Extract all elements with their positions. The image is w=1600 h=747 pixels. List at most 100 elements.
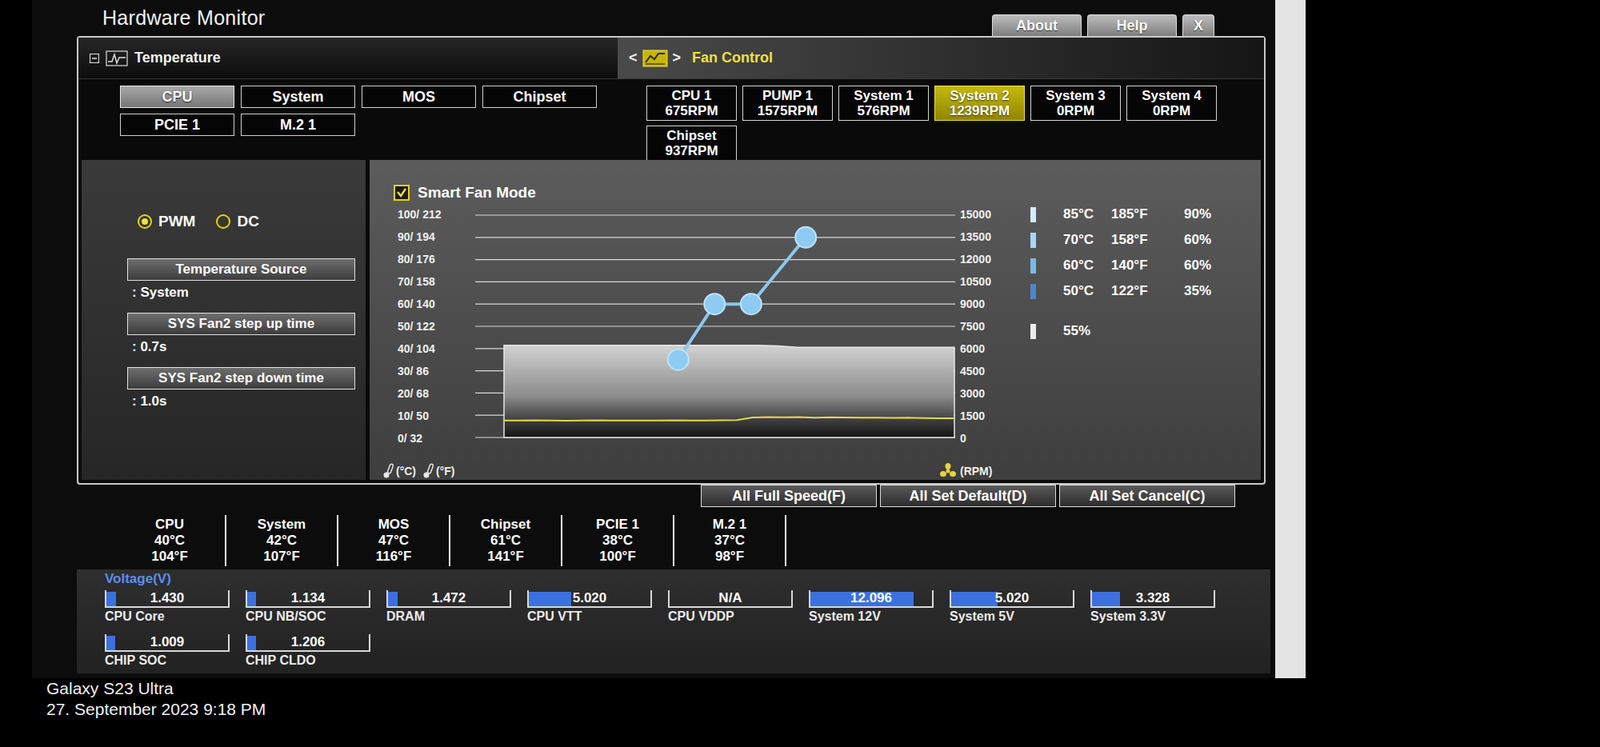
smart-fan-mode[interactable]: Smart Fan Mode: [369, 184, 1261, 202]
fan-rpm: 0RPM: [1056, 103, 1095, 119]
legend-row: 50°C122°F35%: [1030, 281, 1212, 301]
setting-button[interactable]: SYS Fan2 step up time: [127, 312, 356, 336]
temperature-header[interactable]: Temperature: [78, 37, 618, 80]
temperature-source-tab[interactable]: CPU: [120, 85, 235, 108]
temperature-reading: MOS47°C116°F: [338, 515, 451, 567]
voltage-value: 5.020: [572, 590, 608, 607]
voltage-title: Voltage(V): [104, 571, 1271, 588]
fan-rpm: 1239RPM: [949, 103, 1011, 119]
temperature-fahrenheit: 104°F: [151, 548, 188, 565]
temperature-source-tab[interactable]: MOS: [361, 85, 476, 108]
temperature-readings: CPU40°C104°FSystem42°C107°FMOS47°C116°FC…: [32, 515, 1276, 567]
voltage-bar: 5.020: [949, 590, 1075, 608]
voltage-bar: 1.472: [386, 590, 512, 608]
collapse-icon[interactable]: [89, 53, 100, 64]
grid-line: [475, 281, 956, 283]
voltage-label: CPU Core: [104, 608, 246, 624]
fan-tab[interactable]: Chipset937RPM: [646, 125, 737, 161]
temperature-source-tab[interactable]: M.2 1: [240, 113, 356, 136]
axis-tick: 10500: [960, 275, 1008, 288]
voltage-value: 1.009: [150, 634, 185, 651]
legend-marker: [1030, 232, 1036, 248]
voltage-bar: 1.009: [104, 634, 230, 652]
axis-tick: 90/ 194: [397, 230, 454, 244]
legend-duty: 90%: [1184, 206, 1212, 223]
legend-celsius: 70°C: [1063, 232, 1112, 248]
curve-point[interactable]: [668, 349, 689, 371]
fan-tab[interactable]: System 40RPM: [1126, 85, 1217, 121]
setting-button[interactable]: Temperature Source: [127, 258, 356, 281]
voltage-bar: 1.430: [104, 590, 230, 608]
voltage-bar: N/A: [668, 590, 793, 608]
voltage-value: N/A: [718, 590, 742, 607]
curve-point[interactable]: [795, 227, 816, 248]
fan-tab[interactable]: System 30RPM: [1030, 85, 1121, 121]
camera-watermark: Galaxy S23 Ultra27. September 2023 9:18 …: [46, 678, 266, 720]
settings-list: Temperature Source: SystemSYS Fan2 step …: [127, 258, 366, 411]
action-button[interactable]: All Set Default(D): [880, 484, 1056, 508]
watermark-line: 27. September 2023 9:18 PM: [46, 699, 266, 720]
checkbox[interactable]: [393, 184, 410, 201]
temperature-source-tab[interactable]: PCIE 1: [120, 113, 235, 136]
fan-rpm: 0RPM: [1152, 103, 1191, 119]
temperature-name: PCIE 1: [596, 516, 640, 533]
voltage-fill: [106, 636, 116, 651]
curve-point[interactable]: [704, 293, 725, 315]
axis-tick: 20/ 68: [397, 387, 454, 400]
grid-line: [475, 214, 956, 216]
smart-fan-label: Smart Fan Mode: [417, 184, 536, 202]
voltage-value: 1.134: [291, 590, 326, 607]
temperature-fahrenheit: 100°F: [599, 548, 636, 565]
selectors: CPUSystemMOS Chipset PCIE 1M.2 1 CPU 1675RP…: [78, 79, 1264, 160]
title-button[interactable]: X: [1182, 14, 1215, 36]
voltage-label: CPU VTT: [527, 608, 668, 624]
voltage-value: 5.020: [995, 590, 1030, 607]
fan-icon: [938, 463, 958, 480]
temperature-fahrenheit: 107°F: [263, 548, 300, 565]
temperature-source-tab[interactable]: Chipset: [482, 85, 597, 108]
axis-tick: 13500: [960, 230, 1008, 244]
title-button[interactable]: About: [992, 14, 1082, 36]
radio-icon[interactable]: [137, 214, 152, 229]
fan-mode-radio[interactable]: PWM: [137, 212, 196, 231]
legend-fahrenheit: 185°F: [1111, 206, 1184, 223]
axis-tick: 6000: [960, 342, 1008, 356]
axis-tick: 50/ 122: [397, 320, 454, 333]
legend-marker: [1030, 207, 1036, 223]
fan-curve-chart[interactable]: [475, 214, 956, 439]
fan-tab[interactable]: System 1576RPM: [838, 85, 929, 121]
bezel: [1275, 0, 1306, 679]
curve-point[interactable]: [740, 293, 762, 315]
radio-icon[interactable]: [216, 214, 231, 229]
bezel: [0, 0, 32, 747]
fan-tab[interactable]: CPU 1675RPM: [646, 85, 737, 121]
fan-mode-radio[interactable]: DC: [216, 212, 259, 231]
fan-tab[interactable]: System 21239RPM: [934, 85, 1025, 121]
temperature-celsius: 42°C: [266, 532, 297, 549]
previous-arrow[interactable]: <: [628, 49, 638, 67]
unit: (°C): [382, 463, 416, 480]
setting-button[interactable]: SYS Fan2 step down time: [127, 367, 356, 390]
setting-value: : 1.0s: [127, 392, 366, 411]
fan-name: CPU 1: [671, 88, 712, 104]
axis-tick: 7500: [960, 320, 1008, 333]
voltage-reading: 1.430CPU Core: [104, 590, 246, 624]
fan-tab[interactable]: PUMP 11575RPM: [742, 85, 833, 121]
action-button[interactable]: All Full Speed(F): [700, 484, 877, 508]
next-arrow[interactable]: >: [672, 49, 682, 67]
fan-tabs: CPU 1675RPMPUMP 11575RPMSystem 1576RPMSy…: [617, 85, 1217, 160]
temperature-reading: M.2 137°C98°F: [674, 515, 787, 567]
voltage-label: CPU VDDP: [668, 608, 809, 624]
temperature-source-tab[interactable]: System: [240, 85, 356, 108]
voltage-reading: 3.328System 3.3V: [1090, 590, 1232, 624]
voltage-value: 3.328: [1136, 590, 1171, 607]
unit: (°F): [422, 463, 455, 480]
temperature-reading: Chipset61°C141°F: [450, 515, 563, 567]
axis-tick: 70/ 158: [397, 275, 454, 288]
action-button[interactable]: All Set Cancel(C): [1059, 484, 1236, 508]
axis-units: (°C)(°F)(RPM): [369, 462, 1261, 480]
photo-frame: Hardware MonitorAboutHelpXTemperature<>F…: [0, 0, 1600, 747]
rpm-line: [504, 416, 955, 421]
temperature-reading: PCIE 138°C100°F: [562, 515, 675, 567]
title-button[interactable]: Help: [1087, 14, 1177, 36]
